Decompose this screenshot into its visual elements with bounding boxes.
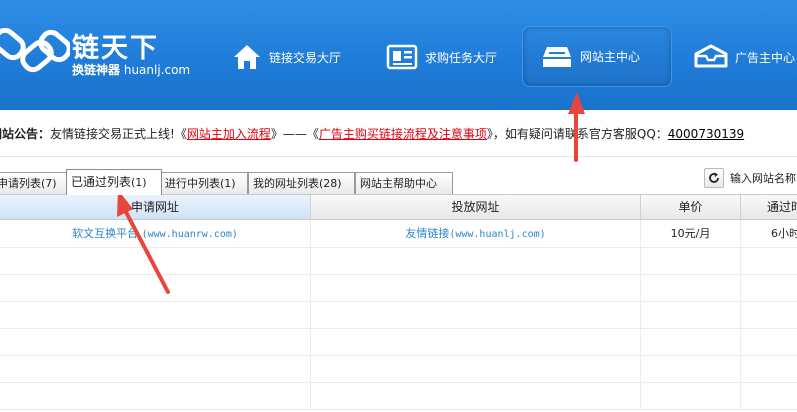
empty-cell xyxy=(311,355,641,382)
announcement-text-2: 》——《 xyxy=(270,127,319,141)
refresh-button[interactable] xyxy=(704,168,724,188)
webmaster-join-link[interactable]: 网站主加入流程 xyxy=(187,127,271,141)
price-cell: 10元/月 xyxy=(641,220,741,247)
empty-cell xyxy=(641,301,741,328)
table-row-empty xyxy=(0,382,797,410)
table-row-empty xyxy=(0,355,797,383)
toolbar-search: 输入网站名称 xyxy=(704,168,797,188)
chain-logo-icon xyxy=(0,28,70,73)
empty-cell xyxy=(311,247,641,274)
empty-cell xyxy=(641,382,741,409)
nav-trading-hall[interactable]: 链接交易大厅 xyxy=(232,27,382,87)
tab-label: 网站主帮助中心 xyxy=(360,177,437,190)
empty-cell xyxy=(641,274,741,301)
apply-url-cell[interactable]: 软文互换平台 (www.huanrw.com) xyxy=(0,220,311,247)
apply-site-name: 软文互换平台 xyxy=(72,227,139,240)
logo-sub-slogan: 换链神器 xyxy=(72,63,121,77)
tab-label: 申请列表 xyxy=(0,177,41,190)
table-body: 软文互换平台 (www.huanrw.com) 友情链接(www.huanlj.… xyxy=(0,220,797,412)
empty-cell xyxy=(0,274,311,301)
approved-time-cell: 6小时 xyxy=(771,227,797,240)
empty-cell xyxy=(641,328,741,355)
tab-label: 我的网址列表 xyxy=(253,177,319,190)
tab-approved-list[interactable]: 已通过列表(1) xyxy=(66,169,162,195)
nav-advertiser-center[interactable]: 广告主中心 xyxy=(694,27,797,87)
empty-cell xyxy=(311,274,641,301)
target-url-cell[interactable]: 友情链接(www.huanlj.com) xyxy=(311,220,641,247)
announcement-label: 网站公告： xyxy=(0,127,51,141)
table-row[interactable]: 软文互换平台 (www.huanrw.com) 友情链接(www.huanlj.… xyxy=(0,220,797,248)
nav-purchase-hall[interactable]: 求购任务大厅 xyxy=(386,27,516,87)
support-qq-link[interactable]: 4000730139 xyxy=(668,127,744,141)
table-row-empty xyxy=(0,301,797,329)
tab-apply-list[interactable]: 申请列表(7) xyxy=(0,172,68,194)
announcement-text: 网站公告：友情链接交易正式上线!《网站主加入流程》——《广告主购买链接流程及注意… xyxy=(0,125,744,142)
column-header-price[interactable]: 单价 xyxy=(641,195,741,219)
announcement-text-3: 》，如有疑问请联系官方客服QQ： xyxy=(486,127,668,141)
table-row-empty xyxy=(0,247,797,275)
announcement-text-1: 友情链接交易正式上线!《 xyxy=(50,127,187,141)
nav-webmaster-center[interactable]: 网站主中心 xyxy=(522,26,672,87)
empty-cell xyxy=(0,301,311,328)
search-site-input[interactable]: 输入网站名称 xyxy=(730,170,796,186)
house-icon xyxy=(234,45,260,69)
tab-label: 进行中列表 xyxy=(165,177,220,190)
target-site-url: (www.huanlj.com) xyxy=(449,229,546,240)
target-site-name: 友情链接 xyxy=(405,227,450,240)
tray-icon xyxy=(543,46,571,67)
empty-cell xyxy=(641,247,741,274)
empty-cell xyxy=(311,382,641,409)
logo-sub-domain: huanlj.com xyxy=(123,63,191,77)
table-header: 申请网址 投放网址 单价 通过时间 xyxy=(0,194,797,220)
column-header-apply-url[interactable]: 申请网址 xyxy=(0,195,311,219)
table-row-empty xyxy=(0,274,797,302)
apply-site-url: (www.huanrw.com) xyxy=(141,229,238,240)
tab-in-progress-list[interactable]: 进行中列表(1) xyxy=(160,172,248,194)
announcement-bar: 网站公告：友情链接交易正式上线!《网站主加入流程》——《广告主购买链接流程及注意… xyxy=(0,110,797,157)
tab-count: (7) xyxy=(41,177,57,190)
site-logo-title[interactable]: 链天下 xyxy=(72,26,159,65)
tab-count: (1) xyxy=(131,176,147,189)
empty-cell xyxy=(0,382,311,409)
empty-cell xyxy=(0,355,311,382)
column-header-target-url[interactable]: 投放网址 xyxy=(311,195,641,219)
tab-count: (1) xyxy=(220,177,236,190)
site-logo-subtitle: 换链神器 huanlj.com xyxy=(72,61,190,78)
empty-cell xyxy=(311,328,641,355)
tab-my-urls-list[interactable]: 我的网址列表(28) xyxy=(248,172,355,194)
nav-label: 广告主中心 xyxy=(735,50,796,65)
nav-label: 网站主中心 xyxy=(580,50,641,64)
tab-help-center[interactable]: 网站主帮助中心 xyxy=(355,172,453,194)
top-header: 链天下 换链神器 huanlj.com 链接交易大厅 求购任务大厅 网站主中心 xyxy=(0,0,797,110)
newspaper-icon xyxy=(386,44,418,70)
empty-cell xyxy=(641,355,741,382)
nav-label: 链接交易大厅 xyxy=(269,50,342,65)
tab-label: 已通过列表 xyxy=(71,175,132,189)
empty-cell xyxy=(0,247,311,274)
nav-label: 求购任务大厅 xyxy=(425,50,498,65)
refresh-icon xyxy=(709,172,719,183)
advertiser-purchase-link[interactable]: 广告主购买链接流程及注意事项 xyxy=(319,127,487,141)
table-row-empty xyxy=(0,328,797,356)
tab-count: (28) xyxy=(319,177,342,190)
inbox-icon xyxy=(694,44,728,68)
column-header-approved-time[interactable]: 通过时间 xyxy=(741,195,797,219)
empty-cell xyxy=(0,328,311,355)
empty-cell xyxy=(311,301,641,328)
